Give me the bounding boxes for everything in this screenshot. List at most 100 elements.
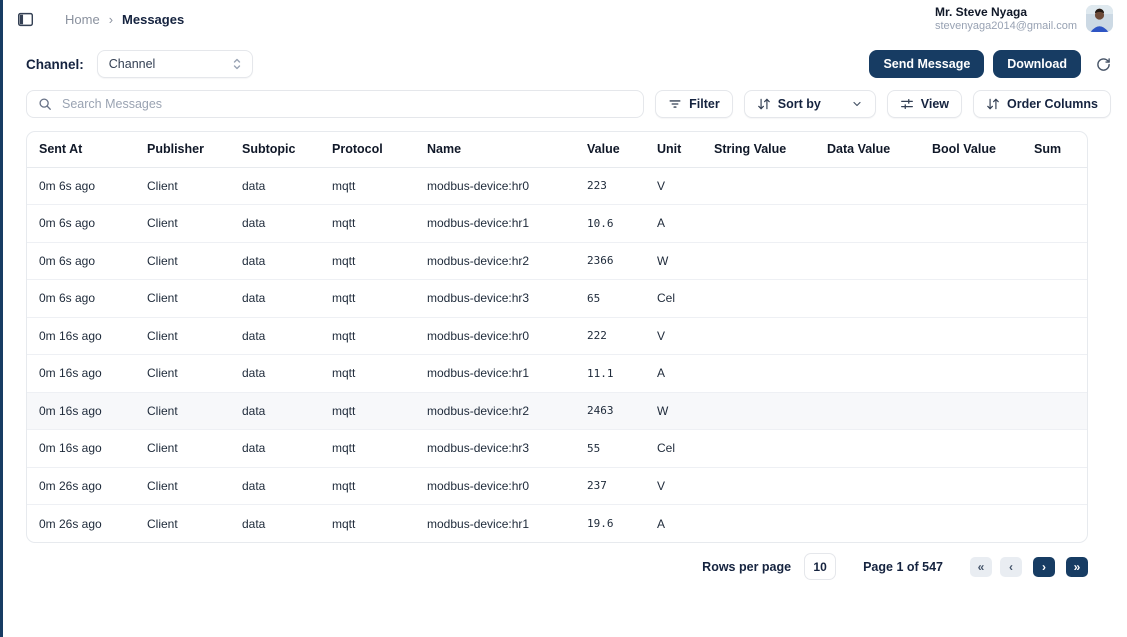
col-header-bool-value: Bool Value — [920, 132, 1022, 167]
cell-subtopic: data — [230, 205, 320, 243]
cell-data-value — [815, 317, 920, 355]
table-row[interactable]: 0m 16s ago Client data mqtt modbus-devic… — [27, 317, 1087, 355]
cell-publisher: Client — [135, 242, 230, 280]
sidebar-toggle-button[interactable] — [17, 11, 34, 28]
send-message-button[interactable]: Send Message — [869, 50, 984, 78]
cell-string-value — [702, 467, 815, 505]
cell-sum — [1022, 167, 1087, 205]
cell-sent-at: 0m 16s ago — [27, 392, 135, 430]
download-button[interactable]: Download — [993, 50, 1081, 78]
cell-name: modbus-device:hr3 — [415, 280, 575, 318]
col-header-name: Name — [415, 132, 575, 167]
first-page-button[interactable]: « — [970, 557, 992, 577]
cell-value: 222 — [575, 317, 645, 355]
filter-label: Filter — [689, 97, 720, 111]
cell-name: modbus-device:hr0 — [415, 467, 575, 505]
cell-protocol: mqtt — [320, 205, 415, 243]
cell-protocol: mqtt — [320, 355, 415, 393]
cell-publisher: Client — [135, 355, 230, 393]
table-row[interactable]: 0m 26s ago Client data mqtt modbus-devic… — [27, 505, 1087, 543]
cell-value: 11.1 — [575, 355, 645, 393]
cell-sent-at: 0m 26s ago — [27, 505, 135, 543]
cell-data-value — [815, 242, 920, 280]
cell-subtopic: data — [230, 430, 320, 468]
cell-data-value — [815, 167, 920, 205]
table-row[interactable]: 0m 6s ago Client data mqtt modbus-device… — [27, 205, 1087, 243]
sort-by-dropdown[interactable]: Sort by — [744, 90, 876, 118]
table-row[interactable]: 0m 16s ago Client data mqtt modbus-devic… — [27, 355, 1087, 393]
prev-page-button[interactable]: ‹ — [1000, 557, 1022, 577]
cell-sum — [1022, 242, 1087, 280]
cell-name: modbus-device:hr2 — [415, 392, 575, 430]
user-name: Mr. Steve Nyaga — [935, 5, 1077, 19]
col-header-sent-at: Sent At — [27, 132, 135, 167]
cell-sum — [1022, 280, 1087, 318]
view-button[interactable]: View — [887, 90, 962, 118]
table-row[interactable]: 0m 26s ago Client data mqtt modbus-devic… — [27, 467, 1087, 505]
cell-bool-value — [920, 167, 1022, 205]
page-info: Page 1 of 547 — [863, 560, 943, 574]
cell-protocol: mqtt — [320, 242, 415, 280]
channel-label: Channel: — [26, 57, 84, 72]
cell-unit: W — [645, 242, 702, 280]
col-header-data-value: Data Value — [815, 132, 920, 167]
cell-bool-value — [920, 317, 1022, 355]
cell-value: 55 — [575, 430, 645, 468]
search-input[interactable] — [60, 96, 632, 112]
table-row[interactable]: 0m 6s ago Client data mqtt modbus-device… — [27, 280, 1087, 318]
cell-subtopic: data — [230, 242, 320, 280]
cell-sent-at: 0m 16s ago — [27, 355, 135, 393]
cell-publisher: Client — [135, 392, 230, 430]
cell-subtopic: data — [230, 392, 320, 430]
cell-subtopic: data — [230, 505, 320, 543]
sliders-icon — [900, 97, 914, 111]
cell-bool-value — [920, 280, 1022, 318]
cell-data-value — [815, 467, 920, 505]
filter-button[interactable]: Filter — [655, 90, 733, 118]
cell-subtopic: data — [230, 167, 320, 205]
table-row[interactable]: 0m 6s ago Client data mqtt modbus-device… — [27, 167, 1087, 205]
cell-publisher: Client — [135, 280, 230, 318]
cell-publisher: Client — [135, 430, 230, 468]
cell-sum — [1022, 205, 1087, 243]
cell-sent-at: 0m 6s ago — [27, 205, 135, 243]
cell-subtopic: data — [230, 280, 320, 318]
col-header-subtopic: Subtopic — [230, 132, 320, 167]
collapsed-sidebar-edge — [0, 0, 3, 637]
toolbar: Filter Sort by — [26, 90, 1111, 118]
cell-unit: W — [645, 392, 702, 430]
table-row[interactable]: 0m 6s ago Client data mqtt modbus-device… — [27, 242, 1087, 280]
breadcrumb-current: Messages — [122, 12, 184, 27]
pagination-buttons: « ‹ › » — [970, 557, 1088, 577]
table-header-row: Sent At Publisher Subtopic Protocol Name… — [27, 132, 1087, 167]
rows-per-page-select[interactable]: 10 — [804, 553, 836, 580]
cell-name: modbus-device:hr1 — [415, 355, 575, 393]
table-row[interactable]: 0m 16s ago Client data mqtt modbus-devic… — [27, 430, 1087, 468]
chevron-down-icon — [851, 98, 863, 110]
cell-value: 65 — [575, 280, 645, 318]
cell-value: 2463 — [575, 392, 645, 430]
last-page-button[interactable]: » — [1066, 557, 1088, 577]
topbar: Home › Messages Mr. Steve Nyaga stevenya… — [0, 0, 1127, 38]
cell-name: modbus-device:hr0 — [415, 167, 575, 205]
order-columns-button[interactable]: Order Columns — [973, 90, 1111, 118]
messages-page: Home › Messages Mr. Steve Nyaga stevenya… — [0, 0, 1127, 637]
cell-string-value — [702, 205, 815, 243]
table-row[interactable]: 0m 16s ago Client data mqtt modbus-devic… — [27, 392, 1087, 430]
breadcrumb-home-link[interactable]: Home — [65, 12, 100, 27]
cell-protocol: mqtt — [320, 392, 415, 430]
avatar[interactable] — [1086, 5, 1113, 32]
view-label: View — [921, 97, 949, 111]
cell-unit: Cel — [645, 430, 702, 468]
user-menu[interactable]: Mr. Steve Nyaga stevenyaga2014@gmail.com — [935, 5, 1113, 33]
channel-row: Channel: Channel Send Message Download — [26, 50, 1111, 78]
cell-protocol: mqtt — [320, 467, 415, 505]
channel-select[interactable]: Channel — [97, 50, 253, 78]
next-page-button[interactable]: › — [1033, 557, 1055, 577]
cell-name: modbus-device:hr3 — [415, 430, 575, 468]
user-info: Mr. Steve Nyaga stevenyaga2014@gmail.com — [935, 5, 1077, 33]
refresh-button[interactable] — [1096, 57, 1111, 72]
cell-subtopic: data — [230, 467, 320, 505]
cell-publisher: Client — [135, 167, 230, 205]
cell-sent-at: 0m 26s ago — [27, 467, 135, 505]
